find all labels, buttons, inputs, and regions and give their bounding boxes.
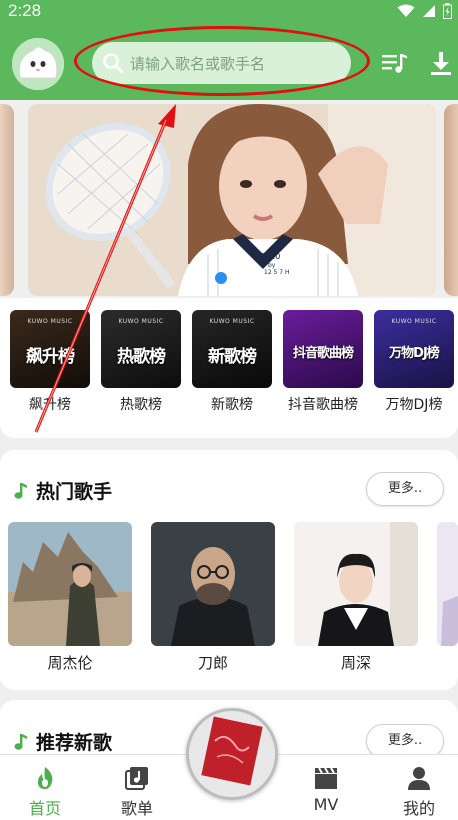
jersey-text-2: by [268, 262, 276, 269]
singer-card-jay-chou[interactable]: 周杰伦 [8, 522, 132, 673]
cover-title: 新歌榜 [208, 347, 257, 367]
nav-label: 我的 [402, 799, 435, 818]
hot-singers-header: 热门歌手 [14, 477, 112, 504]
new-songs-header: 推荐新歌 [14, 728, 112, 755]
chart-label: 万物DJ榜 [385, 397, 443, 413]
nav-playlists[interactable]: 歌单 [102, 765, 172, 819]
playlist-icon [124, 765, 150, 791]
carousel-dot-2[interactable] [236, 272, 248, 284]
singer-photo [151, 522, 275, 646]
nav-label: 歌单 [120, 799, 153, 818]
nav-label: MV [313, 795, 339, 814]
chart-tile-douyin[interactable]: 抖音歌曲榜 抖音歌曲榜 [283, 310, 363, 414]
chart-tile-new[interactable]: KUWO MUSIC 新歌榜 新歌榜 [192, 310, 272, 414]
chart-label: 抖音歌曲榜 [288, 397, 358, 413]
carousel-dot-1[interactable] [215, 272, 227, 284]
nav-mine[interactable]: 我的 [384, 765, 454, 819]
nav-home[interactable]: 首页 [10, 765, 80, 819]
chart-label: 新歌榜 [211, 397, 253, 413]
now-playing-disc[interactable] [186, 708, 278, 800]
chart-tile-hot[interactable]: KUWO MUSIC 热歌榜 热歌榜 [101, 310, 181, 414]
hot-singers-title: 热门歌手 [36, 481, 113, 503]
nav-label: 首页 [28, 799, 61, 818]
singer-name: 刀郎 [197, 654, 228, 672]
download-button[interactable] [426, 48, 456, 78]
playlist-queue-button[interactable] [380, 48, 410, 78]
album-art [189, 711, 275, 797]
banner-prev-peek[interactable] [0, 104, 14, 296]
jersey-text-3: 12 5 7 H [264, 269, 290, 276]
chart-tile-dj[interactable]: KUWO MUSIC 万物DJ榜 万物DJ榜 [374, 310, 454, 414]
singer-card-zhou-shen[interactable]: 周深 [294, 522, 418, 673]
chart-cover: KUWO MUSIC 新歌榜 [192, 310, 272, 388]
clapperboard-icon [313, 765, 339, 791]
banner-image: SS20 by 12 5 7 H [28, 104, 436, 296]
status-icons [397, 3, 452, 19]
status-bar: 2:28 [0, 0, 458, 24]
new-songs-title: 推荐新歌 [36, 732, 113, 754]
download-icon [431, 52, 451, 75]
chart-label: 飙升榜 [29, 397, 71, 413]
chart-cover: 抖音歌曲榜 [283, 310, 363, 388]
cover-title: 万物DJ榜 [389, 346, 440, 361]
singer-card-peek[interactable] [437, 522, 458, 646]
singer-name: 周杰伦 [47, 654, 93, 672]
chart-cover: KUWO MUSIC 热歌榜 [101, 310, 181, 388]
jersey-text-1: SS20 [260, 252, 280, 261]
singer-photo [8, 522, 132, 646]
cover-brand: KUWO MUSIC [209, 318, 255, 325]
battery-icon [443, 3, 452, 19]
banner-next-peek[interactable] [444, 104, 458, 296]
cover-title: 热歌榜 [117, 347, 166, 367]
chart-tile-soaring[interactable]: KUWO MUSIC 飙升榜 飙升榜 [10, 310, 90, 414]
banner-carousel[interactable]: SS20 by 12 5 7 H [28, 104, 436, 296]
chart-cover: KUWO MUSIC 飙升榜 [10, 310, 90, 388]
singer-card-daolang[interactable]: 刀郎 [151, 522, 275, 673]
playlist-queue-icon [382, 54, 407, 73]
mascot-logo[interactable] [12, 38, 64, 90]
annotation-ellipse [74, 26, 370, 96]
chart-label: 热歌榜 [120, 397, 162, 413]
cover-title: 飙升榜 [26, 347, 75, 367]
hot-singers-more-button[interactable]: 更多.. [366, 472, 444, 506]
singer-photo [294, 522, 418, 646]
cover-brand: KUWO MUSIC [118, 318, 164, 325]
new-songs-more-button[interactable]: 更多.. [366, 724, 444, 758]
chart-cover: KUWO MUSIC 万物DJ榜 [374, 310, 454, 388]
cover-brand: KUWO MUSIC [27, 318, 73, 325]
nav-mv[interactable]: MV [291, 765, 361, 814]
mascot-icon [12, 38, 64, 90]
home-flame-icon [32, 765, 58, 791]
music-note-icon [14, 733, 27, 750]
music-note-icon [14, 482, 27, 499]
user-icon [406, 765, 432, 791]
cover-brand: KUWO MUSIC [391, 318, 437, 325]
singer-photo [437, 522, 458, 646]
cover-title: 抖音歌曲榜 [292, 346, 354, 361]
singer-name: 周深 [340, 654, 371, 672]
status-time: 2:28 [8, 1, 42, 20]
wifi-icon [397, 4, 415, 17]
signal-icon [423, 5, 435, 17]
